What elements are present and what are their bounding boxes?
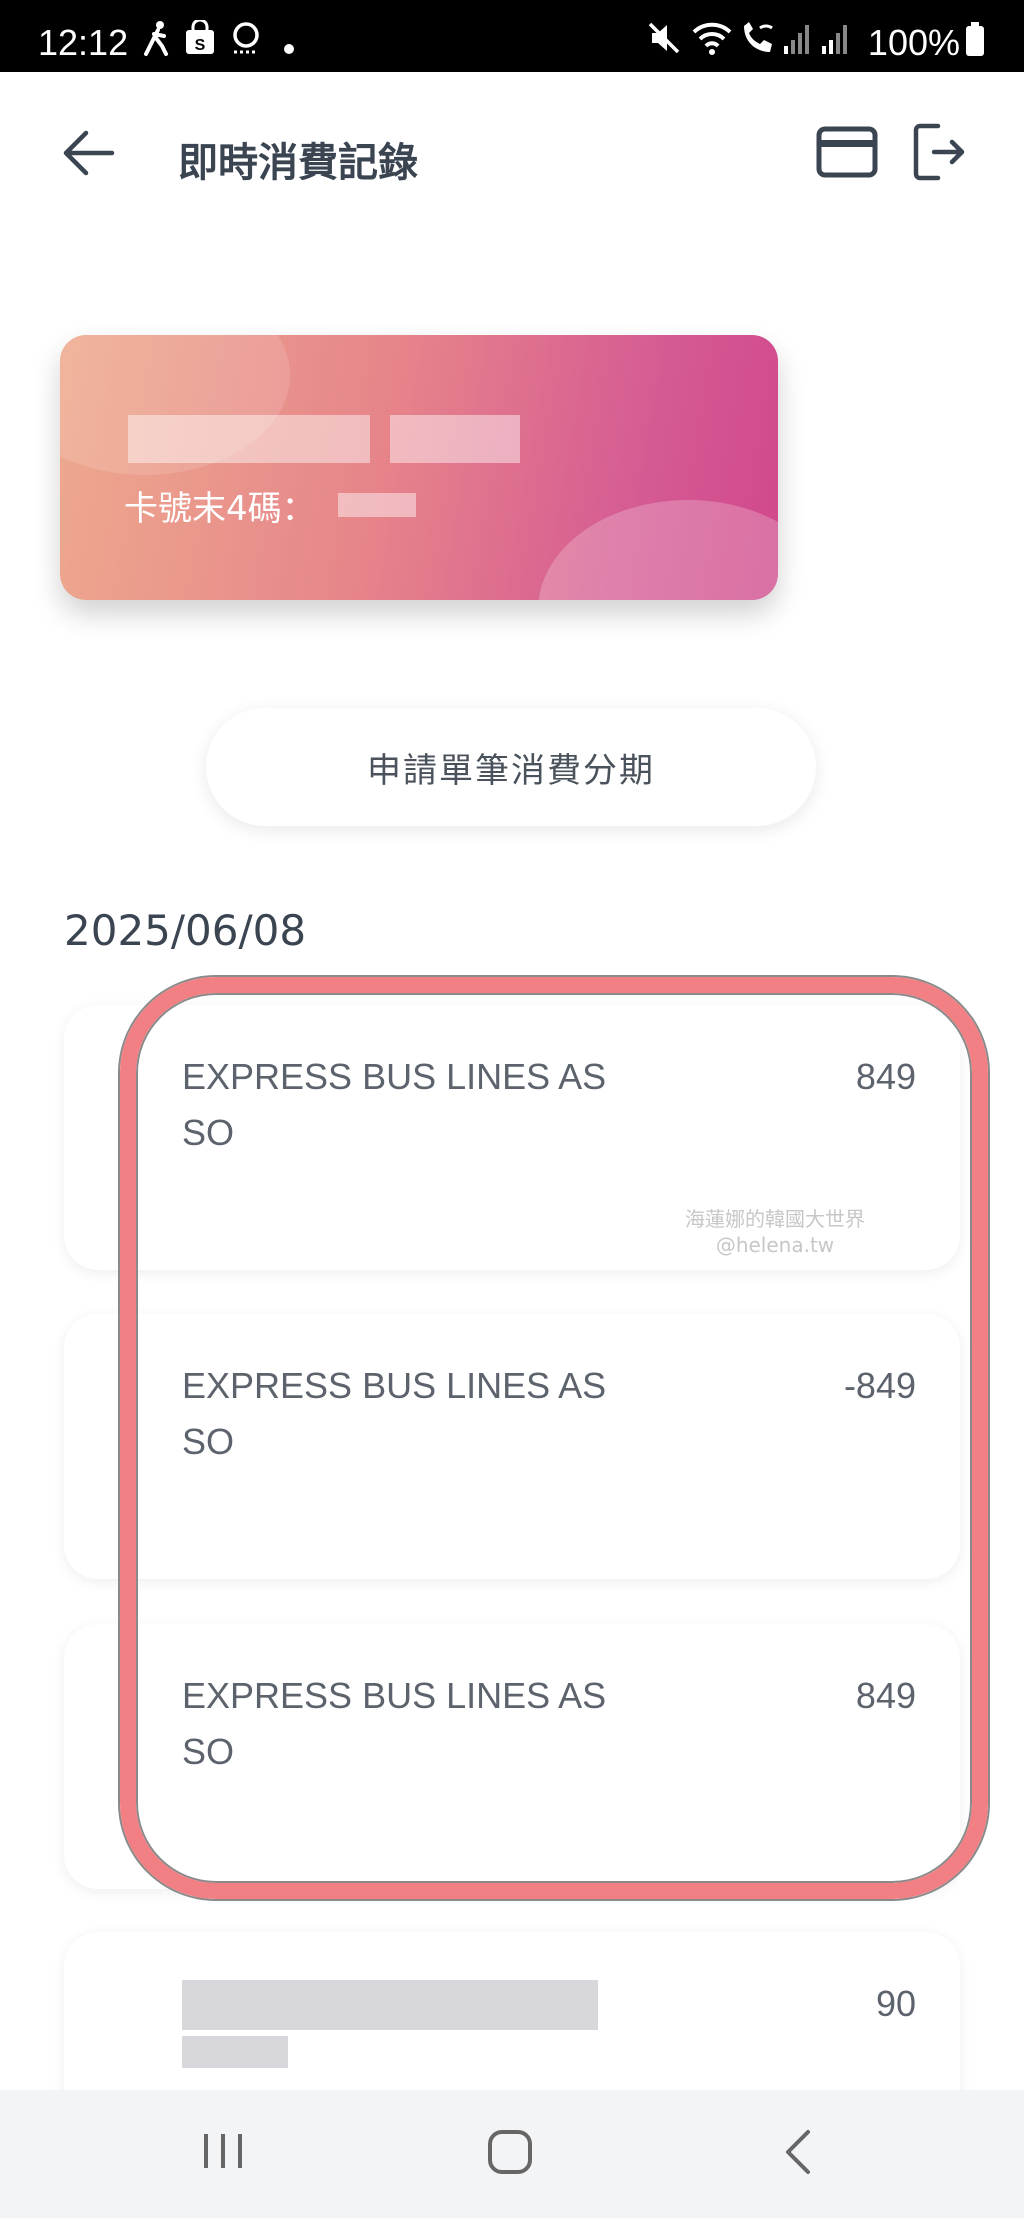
status-bar: 12:12 S 100% bbox=[0, 0, 1024, 72]
home-icon[interactable] bbox=[486, 2128, 534, 2176]
wifi-calling-icon bbox=[744, 22, 773, 52]
watermark-line2: @helena.tw bbox=[715, 1233, 835, 1257]
card-last4-label: 卡號末4碼： bbox=[124, 489, 316, 529]
credit-card-icon[interactable] bbox=[816, 126, 878, 178]
merchant-redacted bbox=[182, 1980, 598, 2030]
walk-icon bbox=[144, 21, 168, 56]
highlight-annotation bbox=[120, 977, 988, 1899]
recents-icon[interactable] bbox=[200, 2128, 246, 2174]
podcast-icon bbox=[233, 22, 259, 54]
back-arrow-icon[interactable] bbox=[60, 128, 116, 178]
logout-icon[interactable] bbox=[912, 122, 968, 182]
battery-icon bbox=[966, 22, 984, 56]
signal-icon bbox=[784, 25, 809, 54]
watermark: 海蓮娜的韓國大世界 @helena.tw bbox=[670, 1206, 880, 1258]
svg-text:S: S bbox=[195, 37, 206, 54]
battery-level: 100% bbox=[867, 22, 960, 63]
signal-icon-2 bbox=[822, 25, 847, 54]
wifi-icon bbox=[692, 22, 732, 55]
shopping-bag-icon: S bbox=[186, 20, 214, 54]
watermark-line1: 海蓮娜的韓國大世界 bbox=[685, 1207, 865, 1231]
system-nav-bar bbox=[0, 2090, 1024, 2218]
credit-card[interactable]: 卡號末4碼： bbox=[60, 335, 778, 600]
transaction-amount: 90 bbox=[875, 1983, 916, 2024]
nav-back-icon[interactable] bbox=[780, 2128, 816, 2176]
card-decoration bbox=[538, 500, 778, 600]
card-name-redacted bbox=[128, 415, 370, 463]
installment-button[interactable]: 申請單筆消費分期 bbox=[206, 708, 816, 826]
date-header: 2025/06/08 bbox=[64, 906, 307, 955]
card-name-redacted bbox=[390, 415, 520, 463]
notification-dot-icon bbox=[284, 44, 294, 54]
card-last4-redacted bbox=[338, 493, 416, 517]
mute-icon bbox=[648, 22, 680, 54]
merchant-redacted bbox=[182, 2036, 288, 2068]
status-time: 12:12 bbox=[38, 22, 129, 63]
page-title: 即時消費記錄 bbox=[178, 140, 418, 186]
